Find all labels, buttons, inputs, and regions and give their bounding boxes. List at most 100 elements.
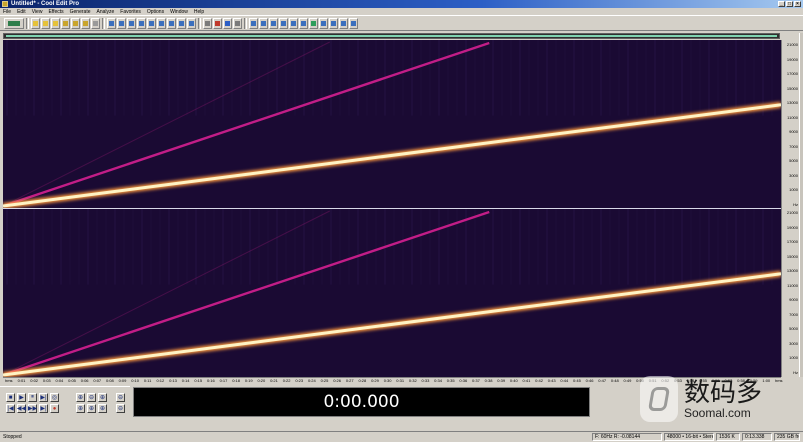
time-tick: 0:35 [446,378,455,383]
menu-bar: File Edit View Effects Generate Analyze … [0,8,803,15]
maximize-button[interactable]: □ [786,1,793,7]
spectral-view[interactable] [3,40,781,377]
cut-icon[interactable] [61,17,70,29]
scan-icon[interactable] [147,17,156,29]
menu-view[interactable]: View [32,9,43,15]
time-tick: 0:13 [169,378,177,383]
green-grid-icon[interactable] [309,17,318,29]
misc-icon[interactable] [349,17,358,29]
metronome-icon[interactable] [187,17,196,29]
menu-help[interactable]: Help [194,9,204,15]
menu-options[interactable]: Options [147,9,164,15]
menu-generate[interactable]: Generate [70,9,91,15]
time-tick: 0:26 [333,378,341,383]
time-tick: 0:28 [358,378,367,383]
time-tick: 0:40 [509,378,518,383]
toolbar-separator [102,17,105,29]
status-free-space: 235 GB free [774,433,800,441]
grid-icon[interactable] [137,17,146,29]
zoom-icon[interactable] [157,17,166,29]
menu-edit[interactable]: Edit [17,9,26,15]
status-bar: Stopped F: 60Hz R: -0.08144 48000 • 16-b… [0,431,803,442]
close-button[interactable]: × [794,1,801,7]
grey-tool-icon[interactable] [233,17,242,29]
go-to-start-button[interactable]: |◀ [6,404,15,413]
snap-icon[interactable] [167,17,176,29]
bar-icon[interactable] [329,17,338,29]
spectrogram-canvas [3,40,781,377]
time-tick: 0:19 [244,378,253,383]
pen-icon[interactable] [259,17,268,29]
menu-favorites[interactable]: Favorites [120,9,141,15]
time-tick: 0:47 [598,378,607,383]
menu-window[interactable]: Window [170,9,188,15]
fast-forward-button[interactable]: ▶▶ [28,404,37,413]
frequency-tick: 9000 [789,129,798,135]
zoom-out-vertical-button[interactable]: ⊖ [116,404,125,413]
frequency-tick: 17000 [786,71,798,77]
blue-tool-icon[interactable] [223,17,232,29]
time-tick: 0:38 [484,378,493,383]
spectral-icon[interactable] [117,17,126,29]
time-tick: 0:29 [371,378,379,383]
app-window: Untitled* - Cool Edit Pro _ □ × File Edi… [0,0,803,442]
time-tick: 0:02 [30,378,39,383]
waveform-icon[interactable] [107,17,116,29]
status-format: 48000 • 16-bit • Stereo [664,433,714,441]
time-tick: 0:25 [320,378,329,383]
frequency-tick: 21000 [786,210,798,215]
time-tick: 0:15 [194,378,203,383]
time-tick: 0:36 [459,378,468,383]
play-to-end-button[interactable]: ▶| [39,393,48,402]
zoom-out-horizontal-button[interactable]: ⊖ [87,393,96,402]
envelope-icon[interactable] [299,17,308,29]
zoom-to-right-button[interactable]: ⊕ [87,404,96,413]
spectrum-view-icon[interactable] [339,17,348,29]
menu-analyze[interactable]: Analyze [97,9,115,15]
settings-icon[interactable] [177,17,186,29]
zoom-selection-button[interactable]: ⊕ [98,404,107,413]
zoom-in-horizontal-button[interactable]: ⊕ [76,393,85,402]
record-button[interactable]: ● [50,404,59,413]
freq-icon[interactable] [319,17,328,29]
open-icon[interactable] [31,17,40,29]
time-tick: 0:08 [105,378,114,383]
copy-icon[interactable] [71,17,80,29]
zoom-in-full-button[interactable]: ⊕ [98,393,107,402]
save-icon[interactable] [41,17,50,29]
marker-icon[interactable] [269,17,278,29]
paste-icon[interactable] [81,17,90,29]
zoom-to-left-button[interactable]: ⊕ [76,404,85,413]
red-tool-icon[interactable] [213,17,222,29]
new-icon[interactable] [51,17,60,29]
loop-icon[interactable] [203,17,212,29]
frequency-tick: 11000 [787,282,798,288]
loop-button[interactable]: ◎ [50,393,59,402]
frequency-tick: 21000 [786,42,798,47]
vertical-scrollbar[interactable] [799,33,803,377]
overview-bar[interactable] [3,33,780,39]
menu-effects[interactable]: Effects [48,9,63,15]
minimize-button[interactable]: _ [778,1,785,7]
overview-range[interactable] [6,35,777,37]
undo-icon[interactable] [91,17,100,29]
watermark-en: Soomal.com [684,405,751,420]
pause-button[interactable]: ⏸ [28,393,37,402]
frequency-tick: 3000 [789,340,798,346]
menu-file[interactable]: File [3,9,11,15]
time-tick: 0:06 [80,378,89,383]
stop-button[interactable]: ■ [6,393,15,402]
rewind-button[interactable]: ◀◀ [17,404,26,413]
multitrack-toggle-button[interactable] [4,17,24,29]
time-tick: 0:09 [118,378,127,383]
hand-icon[interactable] [289,17,298,29]
go-to-end-button[interactable]: ▶| [39,404,48,413]
frequency-tick: 13000 [786,268,798,274]
zoom-out-full-button[interactable]: ⊖ [116,393,125,402]
scissor-icon[interactable] [279,17,288,29]
wave-view-icon[interactable] [249,17,258,29]
time-tick: 0:46 [585,378,594,383]
time-tick: 0:39 [497,378,506,383]
mixer-icon[interactable] [127,17,136,29]
play-button[interactable]: ▶ [17,393,26,402]
